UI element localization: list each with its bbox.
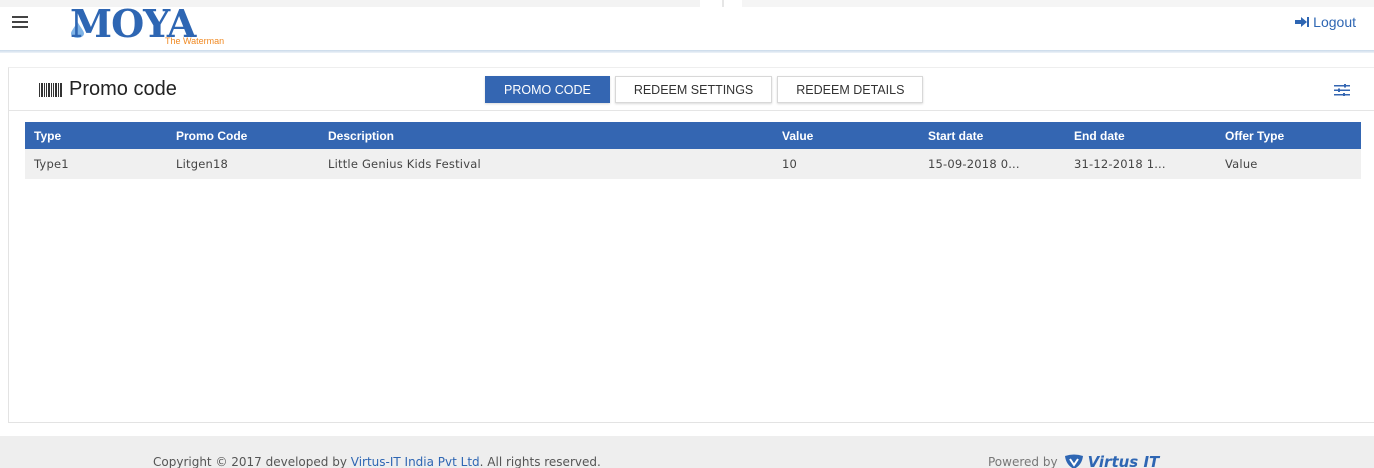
cell-type: Type1 bbox=[34, 157, 69, 171]
top-strip-right bbox=[742, 0, 1374, 7]
column-header-start-date[interactable]: Start date bbox=[919, 122, 1065, 149]
company-link[interactable]: Virtus-IT India Pvt Ltd bbox=[351, 455, 480, 468]
moya-logo[interactable]: MOYA The Waterman bbox=[70, 2, 260, 48]
filter-settings-icon[interactable] bbox=[1334, 84, 1350, 96]
column-header-end-date[interactable]: End date bbox=[1065, 122, 1216, 149]
top-divider bbox=[722, 0, 724, 7]
header-divider bbox=[9, 110, 1374, 111]
footer: Copyright © 2017 developed by Virtus-IT … bbox=[0, 436, 1374, 468]
cell-description: Little Genius Kids Festival bbox=[328, 157, 481, 171]
tab-redeem-details[interactable]: REDEEM DETAILS bbox=[777, 76, 924, 103]
copyright-text: Copyright © 2017 developed by Virtus-IT … bbox=[153, 455, 601, 468]
column-header-offer-type[interactable]: Offer Type bbox=[1216, 122, 1361, 149]
main-panel: Promo code PROMO CODE REDEEM SETTINGS RE… bbox=[8, 67, 1374, 423]
logout-icon bbox=[1295, 17, 1310, 27]
column-header-description[interactable]: Description bbox=[319, 122, 773, 149]
barcode-icon bbox=[39, 82, 62, 97]
table-row[interactable]: Type1 Litgen18 Little Genius Kids Festiv… bbox=[25, 149, 1361, 179]
virtus-it-logo[interactable]: Virtus IT bbox=[1064, 453, 1160, 468]
powered-by-label: Powered by bbox=[988, 455, 1058, 468]
powered-by: Powered by Virtus IT bbox=[988, 453, 1159, 468]
logo-tagline: The Waterman bbox=[165, 36, 225, 46]
column-header-type[interactable]: Type bbox=[25, 122, 167, 149]
page-title: Promo code bbox=[39, 78, 177, 101]
cell-offer-type: Value bbox=[1225, 157, 1258, 171]
logout-label: Logout bbox=[1313, 14, 1356, 30]
top-navbar: MOYA The Waterman Logout bbox=[0, 0, 1374, 52]
cell-value: 10 bbox=[782, 157, 798, 171]
powered-brand-text: Virtus IT bbox=[1087, 453, 1160, 468]
cell-promo-code: Litgen18 bbox=[176, 157, 229, 171]
cell-start-date: 15-09-2018 0... bbox=[928, 157, 1020, 171]
tab-bar: PROMO CODE REDEEM SETTINGS REDEEM DETAIL… bbox=[485, 76, 924, 103]
navbar-shadow bbox=[0, 50, 1374, 53]
cell-end-date: 31-12-2018 1... bbox=[1074, 157, 1166, 171]
tab-redeem-settings[interactable]: REDEEM SETTINGS bbox=[614, 76, 773, 103]
promo-code-table: Type Promo Code Description Value Start … bbox=[25, 122, 1361, 179]
tab-promo-code[interactable]: PROMO CODE bbox=[485, 76, 610, 103]
column-header-promo-code[interactable]: Promo Code bbox=[167, 122, 319, 149]
copyright-suffix: . All rights reserved. bbox=[479, 455, 601, 468]
column-header-value[interactable]: Value bbox=[773, 122, 919, 149]
virtus-shield-icon bbox=[1064, 454, 1083, 468]
logout-button[interactable]: Logout bbox=[1295, 14, 1356, 30]
table-header-row: Type Promo Code Description Value Start … bbox=[25, 122, 1361, 149]
copyright-prefix: Copyright © 2017 developed by bbox=[153, 455, 351, 468]
page-title-text: Promo code bbox=[69, 78, 177, 100]
menu-icon[interactable] bbox=[12, 16, 28, 28]
